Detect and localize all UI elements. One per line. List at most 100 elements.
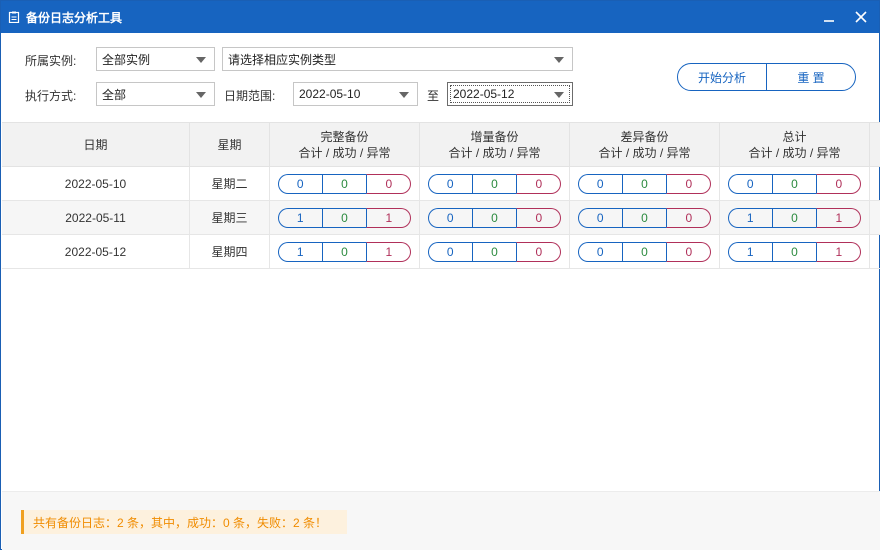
error-count: 1: [816, 241, 862, 262]
count-pill: 1 0 1: [277, 241, 412, 262]
status-message: 共有备份日志：2 条，其中，成功：0 条，失败：2 条！: [21, 510, 348, 534]
success-count: 0: [321, 241, 367, 262]
error-count: 0: [666, 207, 712, 228]
count-pill: 0 0 0: [577, 241, 712, 262]
total-count: 0: [427, 207, 472, 228]
header-incremental-backup: 增量备份 合计 / 成功 / 异常: [420, 123, 570, 166]
header-weekday: 星期: [190, 123, 270, 166]
chevron-down-icon: [399, 92, 409, 98]
total-count: 0: [727, 173, 772, 194]
error-count: 1: [816, 207, 862, 228]
total-count: 0: [277, 173, 322, 194]
count-pill: 0 0 0: [277, 173, 412, 194]
row-weekday: 星期二: [190, 167, 270, 200]
error-count: 0: [516, 241, 562, 262]
success-count: 0: [621, 207, 667, 228]
total-count: 0: [427, 241, 472, 262]
header-full-backup: 完整备份 合计 / 成功 / 异常: [270, 123, 420, 166]
table-row[interactable]: 2022-05-12 星期四 1 0 1 0 0 0 0 0 0 1 0 1: [2, 235, 880, 269]
chevron-down-icon: [196, 57, 206, 63]
instance-type-select[interactable]: 请选择相应实例类型: [222, 47, 573, 71]
success-count: 0: [621, 241, 667, 262]
date-to-select[interactable]: 2022-05-12: [447, 82, 573, 106]
total-cell: 1 0 1: [720, 201, 870, 234]
error-count: 0: [666, 173, 712, 194]
instance-select[interactable]: 全部实例: [96, 47, 215, 71]
differential-backup-cell: 0 0 0: [570, 235, 720, 268]
count-pill: 0 0 0: [727, 173, 862, 194]
date-range-label: 日期范围:: [224, 89, 276, 103]
focus-ring: [450, 85, 570, 103]
total-count: 1: [727, 241, 772, 262]
row-date: 2022-05-12: [2, 235, 190, 268]
mode-select-value: 全部: [102, 87, 127, 102]
success-count: 0: [471, 207, 517, 228]
incremental-backup-cell: 0 0 0: [420, 167, 570, 200]
full-backup-cell: 0 0 0: [270, 167, 420, 200]
date-to-label: 至: [427, 89, 440, 103]
close-icon: [855, 11, 867, 23]
differential-backup-cell: 0 0 0: [570, 167, 720, 200]
table-header: 日期 星期 完整备份 合计 / 成功 / 异常 增量备份 合计 / 成功 / 异…: [2, 122, 880, 167]
header-total: 总计 合计 / 成功 / 异常: [720, 123, 870, 166]
total-count: 0: [577, 241, 622, 262]
error-count: 1: [366, 207, 412, 228]
error-count: 0: [666, 241, 712, 262]
count-pill: 1 0 1: [727, 207, 862, 228]
date-from-select[interactable]: 2022-05-10: [293, 82, 418, 106]
table-row[interactable]: 2022-05-11 星期三 1 0 1 0 0 0 0 0 0 1 0 1: [2, 201, 880, 235]
reset-button[interactable]: 重 置: [766, 64, 855, 90]
success-count: 0: [771, 241, 817, 262]
error-count: 0: [366, 173, 412, 194]
table-row[interactable]: 2022-05-10 星期二 0 0 0 0 0 0 0 0 0 0 0 0: [2, 167, 880, 201]
total-count: 0: [577, 207, 622, 228]
error-count: 0: [516, 173, 562, 194]
action-button-group: 开始分析 重 置: [677, 63, 856, 91]
success-count: 0: [471, 173, 517, 194]
date-from-value: 2022-05-10: [299, 87, 361, 101]
status-bar: 共有备份日志：2 条，其中，成功：0 条，失败：2 条！: [2, 491, 880, 550]
mode-select[interactable]: 全部: [96, 82, 215, 106]
minimize-icon: [824, 20, 834, 22]
full-backup-cell: 1 0 1: [270, 201, 420, 234]
count-pill: 0 0 0: [427, 173, 562, 194]
chevron-down-icon: [554, 57, 564, 63]
row-weekday: 星期三: [190, 201, 270, 234]
instance-label: 所属实例:: [25, 54, 77, 68]
incremental-backup-cell: 0 0 0: [420, 201, 570, 234]
count-pill: 0 0 0: [577, 207, 712, 228]
success-count: 0: [621, 173, 667, 194]
success-count: 0: [321, 207, 367, 228]
error-count: 0: [516, 207, 562, 228]
header-date: 日期: [2, 123, 190, 166]
start-analysis-button[interactable]: 开始分析: [678, 64, 766, 90]
header-differential-backup: 差异备份 合计 / 成功 / 异常: [570, 123, 720, 166]
success-count: 0: [771, 173, 817, 194]
count-pill: 0 0 0: [577, 173, 712, 194]
count-pill: 0 0 0: [427, 207, 562, 228]
total-count: 0: [577, 173, 622, 194]
total-count: 1: [727, 207, 772, 228]
title-bar: 备份日志分析工具: [1, 1, 879, 33]
instance-type-select-value: 请选择相应实例类型: [228, 52, 337, 67]
differential-backup-cell: 0 0 0: [570, 201, 720, 234]
total-cell: 1 0 1: [720, 235, 870, 268]
count-pill: 1 0 1: [727, 241, 862, 262]
row-date: 2022-05-10: [2, 167, 190, 200]
instance-select-value: 全部实例: [102, 52, 151, 67]
app-window: 备份日志分析工具 所属实例: 全部实例 请选择相应实例类型 执行方式: 全部 日…: [0, 0, 880, 550]
mode-label: 执行方式:: [25, 89, 77, 103]
total-count: 1: [277, 241, 322, 262]
close-button[interactable]: [845, 1, 877, 33]
row-date: 2022-05-11: [2, 201, 190, 234]
chevron-down-icon: [196, 92, 206, 98]
count-pill: 0 0 0: [427, 241, 562, 262]
count-pill: 1 0 1: [277, 207, 412, 228]
error-count: 1: [366, 241, 412, 262]
minimize-button[interactable]: [813, 1, 845, 33]
error-count: 0: [816, 173, 862, 194]
incremental-backup-cell: 0 0 0: [420, 235, 570, 268]
full-backup-cell: 1 0 1: [270, 235, 420, 268]
total-count: 1: [277, 207, 322, 228]
clipboard-icon: [8, 11, 20, 23]
